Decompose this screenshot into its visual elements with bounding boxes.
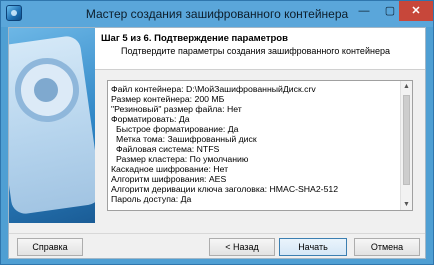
scroll-down-icon[interactable]: ▼ xyxy=(401,199,412,210)
disk-hub-icon xyxy=(34,78,58,102)
help-button[interactable]: Справка xyxy=(17,238,83,256)
back-button[interactable]: < Назад xyxy=(209,238,275,256)
step-subtitle: Подтвердите параметры создания зашифрова… xyxy=(121,46,390,56)
summary-line: Форматировать: Да xyxy=(111,114,190,124)
wizard-header: Шаг 5 из 6. Подтверждение параметров Под… xyxy=(95,28,425,70)
summary-line: Алгоритм шифрования: AES xyxy=(111,174,227,184)
start-button[interactable]: Начать xyxy=(279,238,347,256)
cancel-button[interactable]: Отмена xyxy=(354,238,420,256)
summary-line: Пароль доступа: Да xyxy=(111,194,192,204)
summary-line: Файловая система: NTFS xyxy=(116,144,220,154)
summary-line: Размер контейнера: 200 МБ xyxy=(111,94,225,104)
footer-divider xyxy=(9,233,425,234)
summary-line: Алгоритм деривации ключа заголовка: HMAC… xyxy=(111,184,339,194)
scroll-up-icon[interactable]: ▲ xyxy=(401,81,412,92)
minimize-icon[interactable]: — xyxy=(351,1,377,21)
wizard-window: Мастер создания зашифрованного контейнер… xyxy=(0,0,434,265)
title-bar[interactable]: Мастер создания зашифрованного контейнер… xyxy=(1,1,433,27)
summary-scrollbar[interactable]: ▲ ▼ xyxy=(400,81,412,210)
summary-line: Каскадное шифрование: Нет xyxy=(111,164,229,174)
summary-line: Размер кластера: По умолчанию xyxy=(116,154,249,164)
parameters-summary-box[interactable]: Файл контейнера: D:\МойЗашифрованныйДиск… xyxy=(107,80,413,211)
summary-line: Быстрое форматирование: Да xyxy=(116,124,239,134)
summary-line: Метка тома: Зашифрованный диск xyxy=(116,134,257,144)
scroll-thumb[interactable] xyxy=(403,95,410,185)
close-icon[interactable]: ✕ xyxy=(399,1,433,21)
step-title: Шаг 5 из 6. Подтверждение параметров xyxy=(101,33,288,44)
summary-line: Файл контейнера: D:\МойЗашифрованныйДиск… xyxy=(111,84,316,94)
wizard-side-image xyxy=(9,28,95,223)
wizard-content: Файл контейнера: D:\МойЗашифрованныйДиск… xyxy=(95,70,425,223)
summary-line: "Резиновый" размер файла: Нет xyxy=(111,104,242,114)
wizard-client-area: Шаг 5 из 6. Подтверждение параметров Под… xyxy=(8,27,426,259)
